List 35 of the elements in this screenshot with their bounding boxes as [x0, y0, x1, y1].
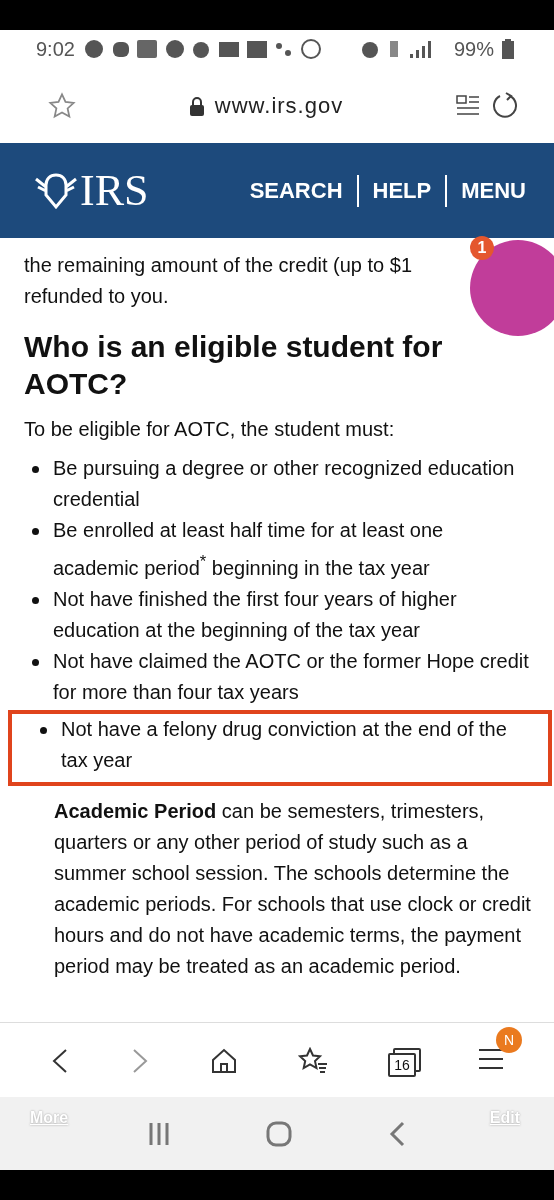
lock-icon	[188, 95, 205, 116]
notification-badge: 1	[470, 236, 494, 260]
footnote-paragraph: Academic Period can be semesters, trimesters, quarters or any other period of study such as a summer school session. The schools determine the academic periods. For schools that use clock or credit hours and do not have academic terms, the payment period may be treated as an academic period.	[54, 798, 532, 979]
paragraph-line: refunded to you.	[24, 284, 169, 309]
reader-icon[interactable]	[456, 93, 480, 118]
lead-text: To be eligible for AOTC, the student must:	[24, 417, 396, 442]
bookmarks-icon[interactable]	[298, 1046, 328, 1075]
bullet-text: Not have a felony drug conviction at the end of the tax year	[61, 716, 508, 773]
menu-icon[interactable]	[478, 1046, 504, 1071]
bullet-text: Be pursuing a degree or other recognized education credential	[53, 456, 516, 512]
bullet-text: Be enrolled at least half time for at least one academic period$^{*}$ beginning in the tax year	[53, 518, 445, 581]
status-time: 9:02	[36, 37, 75, 61]
nav-link[interactable]: MENU	[447, 177, 526, 204]
menu-badge: N	[496, 1026, 522, 1053]
star-icon[interactable]	[48, 91, 76, 120]
url-text[interactable]: www.irs.gov	[214, 92, 344, 119]
battery-icon	[502, 39, 514, 59]
bullet-text: Not have finished the first four years of higher education at the beginning of the tax year	[53, 586, 458, 643]
section-heading: Who is an eligible student for AOTC?	[24, 329, 444, 402]
home-button-icon[interactable]	[266, 1120, 292, 1147]
home-icon[interactable]	[210, 1046, 238, 1075]
bullet-dot	[32, 596, 39, 604]
bullet-dot	[32, 466, 39, 473]
nav-link[interactable]: HELP	[358, 177, 446, 204]
refresh-icon[interactable]	[490, 90, 520, 121]
paragraph-line: the remaining amount of the credit (up to $1	[24, 253, 412, 278]
nav-link[interactable]: SEARCH	[235, 177, 357, 204]
battery-percent: 99%	[453, 37, 494, 61]
bullet-text: Not have claimed the AOTC or the former Hope credit for more than four tax years	[53, 648, 530, 705]
back-button-icon[interactable]	[388, 1120, 406, 1147]
recent-apps-icon[interactable]	[148, 1121, 170, 1146]
site-logo-text[interactable]: IRS	[80, 165, 149, 216]
bullet-dot	[40, 726, 47, 734]
bullet-dot	[32, 528, 39, 535]
bullet-dot	[32, 658, 39, 666]
